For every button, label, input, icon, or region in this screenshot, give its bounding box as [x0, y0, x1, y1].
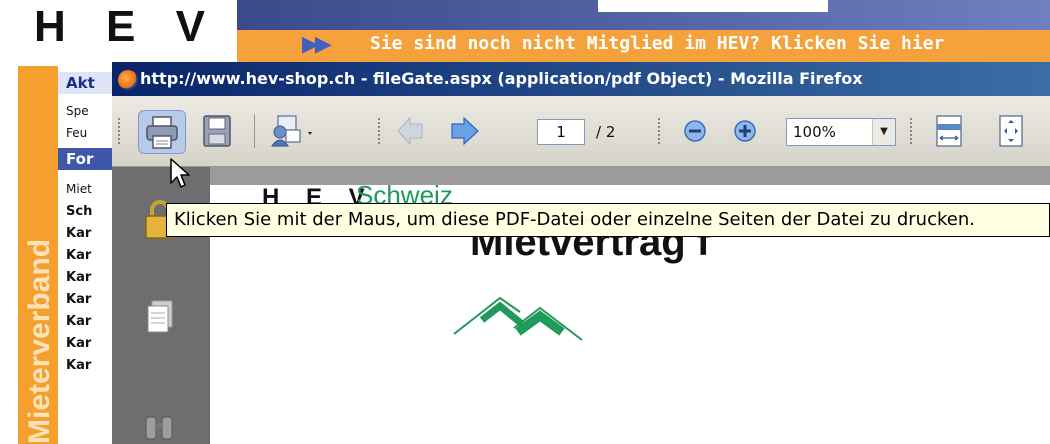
firefox-icon — [118, 70, 138, 90]
print-tooltip: Klicken Sie mit der Maus, um diese PDF-D… — [166, 203, 1050, 237]
side-nav-item[interactable]: For — [58, 148, 118, 170]
toolbar-separator — [254, 114, 255, 148]
binoculars-icon[interactable] — [140, 413, 180, 443]
fit-width-button[interactable] — [926, 110, 974, 154]
zoom-value: 100% — [793, 123, 836, 141]
member-banner-text[interactable]: Sie sind noch nicht Mitglied im HEV? Kli… — [370, 33, 944, 54]
chevron-down-icon[interactable]: ▼ — [872, 119, 895, 145]
zoom-in-icon — [734, 120, 756, 142]
side-nav-item[interactable]: Miet — [66, 182, 92, 196]
print-button[interactable] — [138, 110, 186, 154]
window-title: http://www.hev-shop.ch - fileGate.aspx (… — [140, 69, 863, 88]
save-button[interactable] — [194, 110, 242, 154]
side-nav-item[interactable]: Sch — [66, 204, 92, 219]
email-button[interactable] — [264, 110, 312, 154]
side-nav-item[interactable]: Akt — [58, 72, 118, 94]
zoom-out-icon — [684, 120, 706, 142]
save-icon — [203, 115, 231, 147]
page-total: / 2 — [596, 123, 616, 141]
window-titlebar[interactable]: http://www.hev-shop.ch - fileGate.aspx (… — [112, 62, 1050, 96]
side-nav-item[interactable]: Kar — [66, 270, 91, 285]
side-nav-item[interactable]: Kar — [66, 336, 91, 351]
zoom-in-button[interactable] — [722, 110, 770, 154]
side-nav: Akt Spe Feu For Miet Sch Kar Kar Kar Kar Kar Kar Kar — [58, 66, 118, 444]
page-number-input[interactable]: 1 — [537, 119, 585, 145]
zoom-select[interactable]: 100% ▼ — [786, 118, 896, 146]
print-icon — [146, 116, 178, 149]
toolbar-grip[interactable] — [910, 118, 916, 144]
mouse-cursor-icon — [170, 158, 190, 188]
pdf-toolbar: 1 / 2 100% ▼ — [112, 96, 1050, 167]
fit-width-icon — [936, 115, 962, 147]
toolbar-grip[interactable] — [658, 118, 664, 144]
top-banner-gap — [598, 0, 828, 12]
pages-icon[interactable] — [142, 297, 178, 337]
side-stripe-title: Mieterverband — [23, 238, 56, 444]
side-nav-item[interactable]: Feu — [66, 126, 87, 140]
side-nav-item[interactable]: Kar — [66, 292, 91, 307]
side-nav-item[interactable]: Kar — [66, 314, 91, 329]
toolbar-grip[interactable] — [118, 118, 124, 144]
side-nav-item[interactable]: Kar — [66, 358, 91, 373]
hev-site-logo[interactable]: H E V — [34, 2, 219, 52]
side-nav-item[interactable]: Kar — [66, 248, 91, 263]
toolbar-grip[interactable] — [378, 118, 384, 144]
fit-page-button[interactable] — [988, 110, 1036, 154]
next-page-icon — [451, 116, 479, 146]
pdf-page-top-edge — [210, 167, 1050, 185]
previous-page-button[interactable] — [392, 110, 440, 154]
side-nav-item[interactable]: Spe — [66, 104, 89, 118]
fit-page-icon — [999, 115, 1023, 147]
side-nav-item[interactable]: Kar — [66, 226, 91, 241]
hev-schweiz-house-logo — [453, 296, 583, 341]
previous-page-icon — [397, 116, 423, 146]
double-arrow-icon: ▶▶ — [302, 32, 332, 57]
next-page-button[interactable] — [442, 110, 490, 154]
zoom-out-button[interactable] — [672, 110, 720, 154]
email-icon — [271, 115, 312, 147]
